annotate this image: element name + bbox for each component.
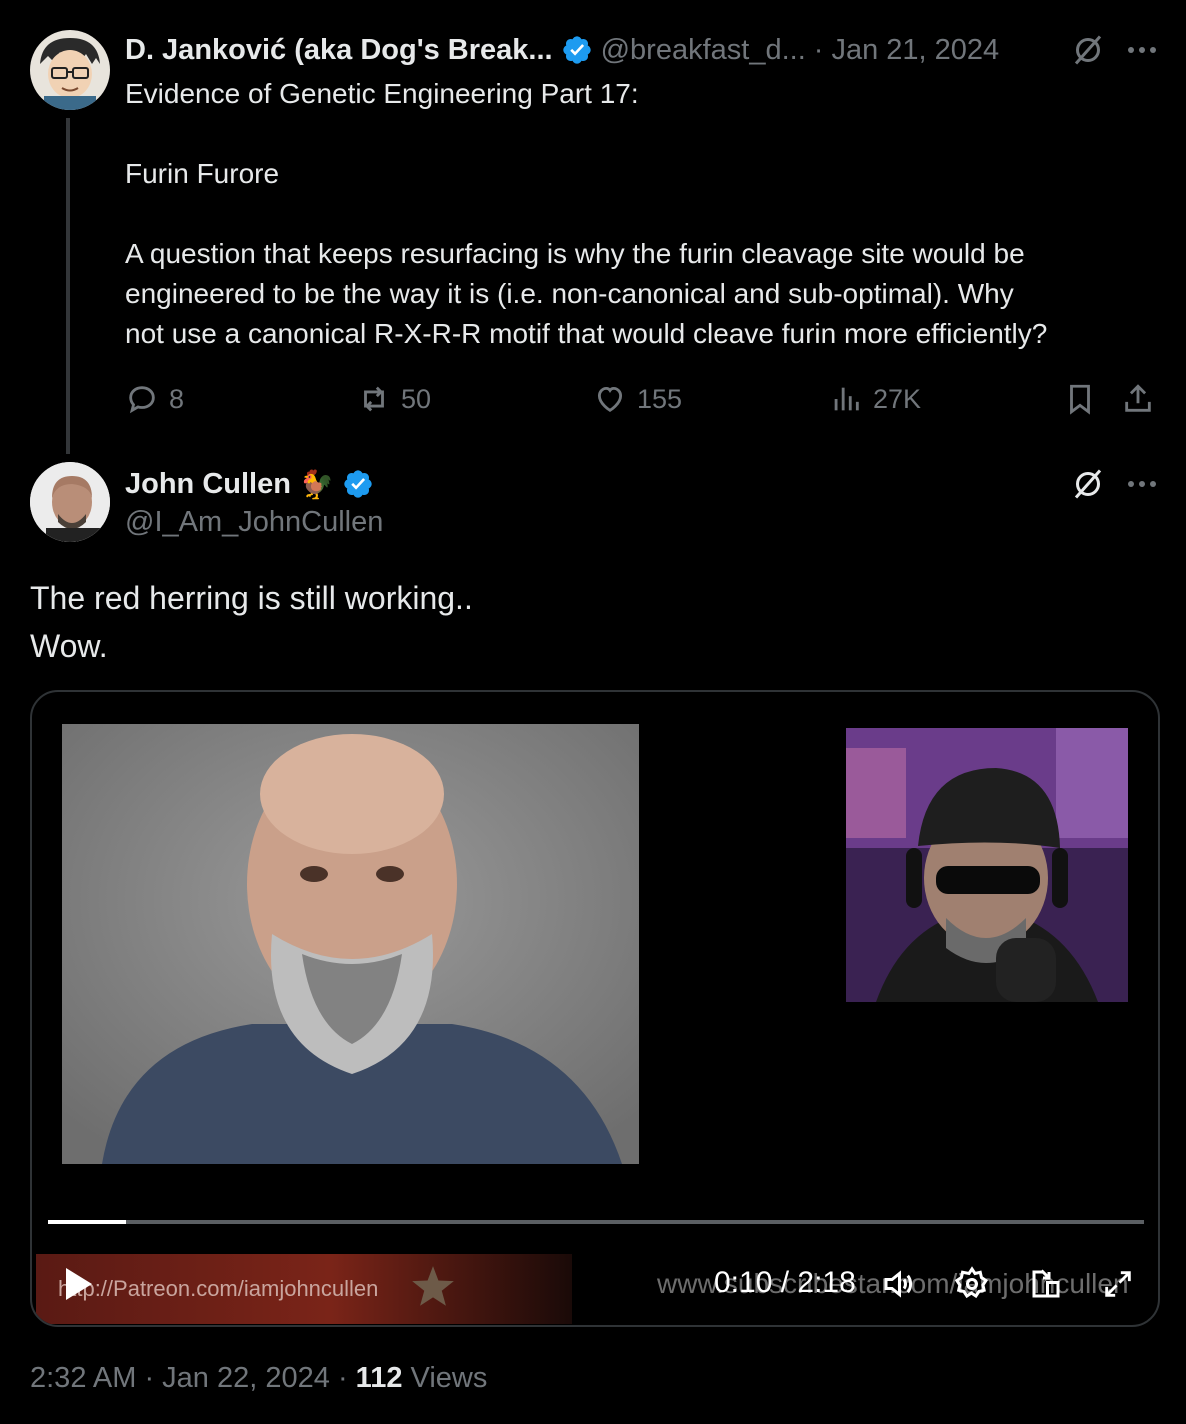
more-icon[interactable] <box>1122 30 1162 70</box>
video-banner: http://Patreon.com/iamjohncullen <box>36 1254 572 1324</box>
parent-display-name[interactable]: D. Janković (aka Dog's Break... <box>125 34 553 67</box>
fullscreen-button[interactable] <box>1098 1264 1138 1304</box>
video-player[interactable]: http://Patreon.com/iamjohncullen www.sub… <box>30 690 1160 1327</box>
like-button[interactable]: 155 <box>593 376 682 422</box>
pip-button[interactable] <box>1026 1264 1066 1304</box>
main-tweet-text: The red herring is still working.. Wow. <box>30 580 473 664</box>
views-icon <box>834 387 859 411</box>
repost-count: 50 <box>401 383 432 414</box>
volume-icon <box>884 1270 913 1298</box>
views-button[interactable]: 27K <box>829 376 921 422</box>
reply-button[interactable]: 8 <box>125 376 184 422</box>
volume-button[interactable] <box>878 1264 918 1304</box>
reply-count: 8 <box>169 383 185 414</box>
gear-icon <box>954 1266 989 1299</box>
bookmark-icon <box>1070 384 1090 415</box>
video-progress-fill <box>48 1220 126 1224</box>
main-avatar[interactable] <box>30 462 110 542</box>
more-icon[interactable] <box>1122 464 1162 504</box>
bookmark-button[interactable] <box>1063 376 1097 422</box>
share-button[interactable] <box>1121 376 1155 422</box>
fullscreen-icon <box>1105 1271 1131 1297</box>
views-count: 112 <box>355 1362 403 1394</box>
post-date[interactable]: · Jan 22, 2024 · <box>144 1362 347 1394</box>
parent-action-bar: 8 50 155 27K <box>125 376 1165 422</box>
verified-badge-icon <box>562 36 591 64</box>
settings-button[interactable] <box>952 1264 992 1304</box>
like-count: 155 <box>637 383 683 414</box>
share-icon <box>1125 384 1151 412</box>
reply-icon <box>129 386 155 414</box>
tweet-footer: 2:32 AM · Jan 22, 2024 · 112 Views <box>30 1362 487 1395</box>
grok-icon[interactable] <box>1068 464 1108 504</box>
main-display-name[interactable]: John Cullen <box>125 468 291 501</box>
repost-button[interactable]: 50 <box>357 376 431 422</box>
picture-in-picture-icon <box>1032 1269 1060 1298</box>
parent-handle[interactable]: @breakfast_d... <box>601 34 806 67</box>
parent-header: D. Janković (aka Dog's Break... @breakfa… <box>125 30 999 70</box>
main-header: John Cullen 🐓 <box>125 464 374 504</box>
like-icon <box>597 386 623 412</box>
video-progress-bar[interactable] <box>48 1220 1144 1224</box>
verified-badge-icon <box>344 470 372 498</box>
video-frame-host <box>846 728 1128 1002</box>
play-icon <box>66 1268 92 1300</box>
main-handle[interactable]: @I_Am_JohnCullen <box>125 506 383 539</box>
star-badge-icon <box>412 1266 454 1306</box>
video-time: 0:10 / 2:18 <box>714 1266 856 1299</box>
views-count: 27K <box>873 383 922 414</box>
thread-connector-line <box>66 118 70 454</box>
rooster-emoji: 🐓 <box>298 468 334 500</box>
play-button[interactable] <box>58 1264 98 1304</box>
banner-text: http://Patreon.com/iamjohncullen <box>58 1276 379 1301</box>
grok-icon[interactable] <box>1068 30 1108 70</box>
parent-tweet-text: Evidence of Genetic Engineering Part 17:… <box>125 78 1048 349</box>
post-time[interactable]: 2:32 AM <box>30 1362 136 1394</box>
views-label: Views <box>410 1362 488 1394</box>
parent-avatar[interactable] <box>30 30 110 110</box>
parent-date[interactable]: · Jan 21, 2024 <box>814 34 999 67</box>
repost-icon <box>364 386 384 412</box>
video-frame-guest <box>62 724 639 1164</box>
